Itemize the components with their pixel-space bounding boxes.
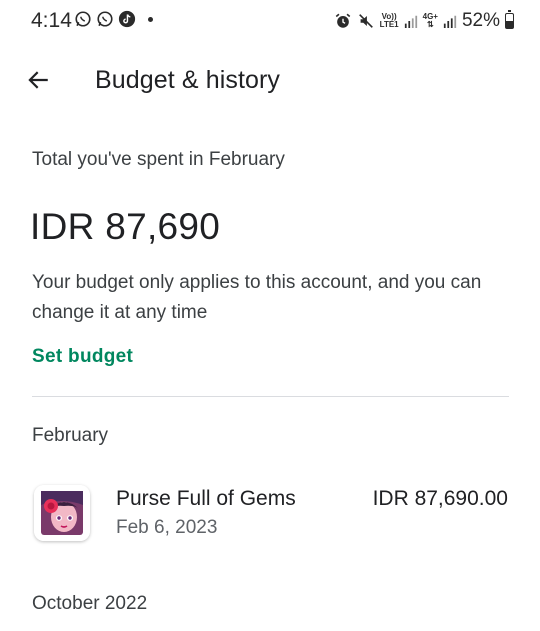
battery-percent: 52% [461, 10, 500, 31]
page-title: Budget & history [95, 66, 281, 94]
status-time: 4:14 [31, 9, 72, 32]
signal-icon-1 [404, 15, 417, 28]
budget-history-screen: 4:14 Vo)) LTE1 4G+ ⇅ 52% Budget & histor… [0, 0, 540, 631]
purchase-row[interactable]: Purse Full of Gems Feb 6, 2023 IDR 87,69… [0, 476, 540, 556]
total-spent-amount: IDR 87,690 [30, 206, 221, 247]
total-spent-label: Total you've spent in February [32, 149, 285, 170]
alarm-icon [335, 13, 350, 28]
notification-icons [74, 10, 153, 28]
network-4g-label: 4G+ ⇅ [422, 12, 438, 29]
back-button[interactable] [20, 62, 56, 98]
status-bar: 4:14 Vo)) LTE1 4G+ ⇅ 52% [0, 0, 540, 42]
month-header-october-2022: October 2022 [32, 593, 148, 614]
more-notifications-dot [148, 16, 153, 22]
mute-icon [358, 14, 373, 28]
whatsapp-business-icon [97, 11, 113, 27]
whatsapp-icon [75, 11, 91, 27]
set-budget-button[interactable]: Set budget [32, 345, 133, 369]
purchase-date: Feb 6, 2023 [116, 517, 218, 538]
tiktok-icon [118, 10, 136, 28]
signal-icon-2 [443, 15, 457, 28]
volte-lte-label: Vo)) LTE1 [379, 12, 399, 29]
system-status-icons: Vo)) LTE1 4G+ ⇅ 52% [334, 9, 514, 33]
purse-full-of-gems-app-icon [34, 485, 90, 541]
battery-icon [505, 10, 514, 29]
battery-level [506, 20, 513, 28]
purchase-price: IDR 87,690.00 [372, 487, 508, 510]
month-header-february: February [32, 425, 109, 446]
budget-note: Your budget only applies to this account… [32, 272, 482, 323]
divider [32, 396, 509, 397]
app-bar: Budget & history [0, 50, 540, 110]
purchase-app-name: Purse Full of Gems [116, 487, 296, 510]
arrow-left-icon [28, 71, 48, 89]
